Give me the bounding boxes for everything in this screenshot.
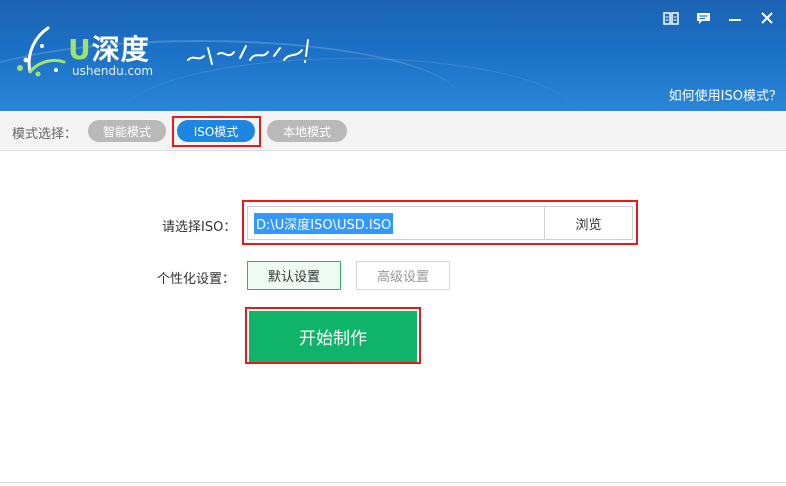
brand-name: U深度 xyxy=(68,28,150,68)
brand-u: U xyxy=(68,33,92,66)
header-banner: U深度 ushendu.com 如何使用ISO模式？ xyxy=(0,0,786,111)
iso-select-label: 请选择ISO： xyxy=(162,220,237,235)
iso-help-link[interactable]: 如何使用ISO模式？ xyxy=(669,85,782,104)
window-controls xyxy=(658,8,780,28)
slogan-calligraphy xyxy=(187,39,309,65)
bottom-divider xyxy=(0,482,786,483)
browse-button[interactable]: 浏览 xyxy=(544,207,632,239)
feedback-icon[interactable] xyxy=(690,8,716,28)
minimize-icon[interactable] xyxy=(722,8,748,28)
menu-book-icon[interactable] xyxy=(658,8,684,28)
mode-local-button[interactable]: 本地模式 xyxy=(267,120,347,142)
iso-path-value: D:\U深度ISO\USD.ISO xyxy=(254,212,394,234)
start-make-button[interactable]: 开始制作 xyxy=(249,311,417,362)
mode-label: 模式选择： xyxy=(12,127,78,142)
iso-path-row: D:\U深度ISO\USD.ISO 浏览 xyxy=(247,206,633,240)
brand-text: 深度 xyxy=(91,33,150,66)
personalize-label: 个性化设置： xyxy=(157,272,236,287)
mode-selector-bar: 模式选择： 智能模式 ISO模式 本地模式 xyxy=(0,111,786,151)
close-icon[interactable] xyxy=(754,8,780,28)
brand-domain: ushendu.com xyxy=(72,64,154,78)
default-settings-button[interactable]: 默认设置 xyxy=(247,261,341,290)
brand-logo-icon xyxy=(17,26,66,77)
iso-path-input[interactable]: D:\U深度ISO\USD.ISO xyxy=(248,207,544,239)
advanced-settings-button[interactable]: 高级设置 xyxy=(356,261,450,290)
mode-smart-button[interactable]: 智能模式 xyxy=(88,120,166,142)
mode-iso-button[interactable]: ISO模式 xyxy=(177,120,255,142)
